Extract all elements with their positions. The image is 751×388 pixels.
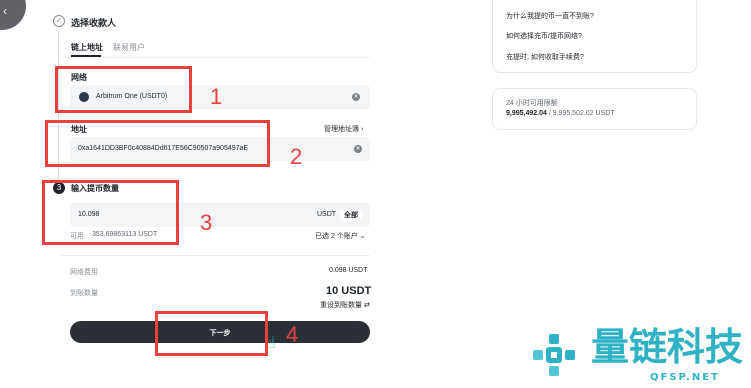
- fee-value: 0.098 USDT: [329, 267, 368, 274]
- section-title: 选择收款人: [71, 18, 117, 28]
- annotation-box-1: [55, 66, 192, 113]
- annotation-box-4: [155, 311, 268, 356]
- summary-divider: [60, 255, 370, 256]
- max-all-button[interactable]: 全部: [340, 209, 362, 221]
- annotation-number-3: 3: [200, 210, 213, 235]
- receive-label: 到账数量: [70, 290, 98, 297]
- accounts-selector[interactable]: 已选 2 个账户 ⌄: [315, 231, 366, 241]
- annotation-number-4: 4: [286, 322, 299, 347]
- chevron-down-icon: ⌄: [359, 233, 366, 240]
- watermark-logo: [531, 332, 579, 380]
- faq-link-3[interactable]: 充提时, 如何收取手续费?: [506, 52, 584, 62]
- annotation-box-2: [45, 120, 270, 167]
- annotation-box-3: [42, 180, 179, 245]
- limit-title: 24 小时可用限额: [506, 100, 558, 107]
- clear-address-icon[interactable]: ✕: [354, 145, 362, 153]
- back-arrow-icon: ‹: [3, 4, 7, 18]
- receive-value: 10 USDT: [326, 285, 372, 297]
- back-button[interactable]: ‹: [0, 0, 26, 30]
- faq-link-2[interactable]: 如何选择充币/提币网络?: [506, 31, 582, 41]
- limit-values: 9,995,492.04 / 9,995,502.02 USDT: [506, 110, 615, 117]
- tab-internal-user[interactable]: 联易用户: [113, 42, 145, 53]
- annotation-number-2: 2: [290, 144, 303, 169]
- fee-label: 网络费用: [70, 269, 98, 276]
- amount-unit: USDT: [317, 211, 337, 218]
- watermark-domain: QFSP.NET: [650, 372, 720, 383]
- tabs-divider: [60, 57, 370, 58]
- reset-receive-link[interactable]: 重设到账数量 ⇄: [320, 300, 370, 310]
- watermark-name: 量链科技: [591, 325, 744, 369]
- manage-address-book-link[interactable]: 管理地址簿 ›: [324, 124, 363, 134]
- limit-card: 24 小时可用限额 9,995,492.04 / 9,995,502.02 US…: [492, 88, 697, 130]
- annotation-number-1: 1: [210, 84, 223, 109]
- swap-icon: ⇄: [363, 302, 370, 309]
- faq-link-1[interactable]: 为什么我提的币一直不到账?: [506, 11, 594, 21]
- clear-network-icon[interactable]: ✕: [352, 93, 360, 101]
- check-icon: ✓: [53, 15, 65, 27]
- tab-onchain-address[interactable]: 链上地址: [71, 42, 103, 53]
- faq-card: 为什么我提的币一直不到账? 如何选择充币/提币网络? 充提时, 如何收取手续费?: [492, 0, 697, 73]
